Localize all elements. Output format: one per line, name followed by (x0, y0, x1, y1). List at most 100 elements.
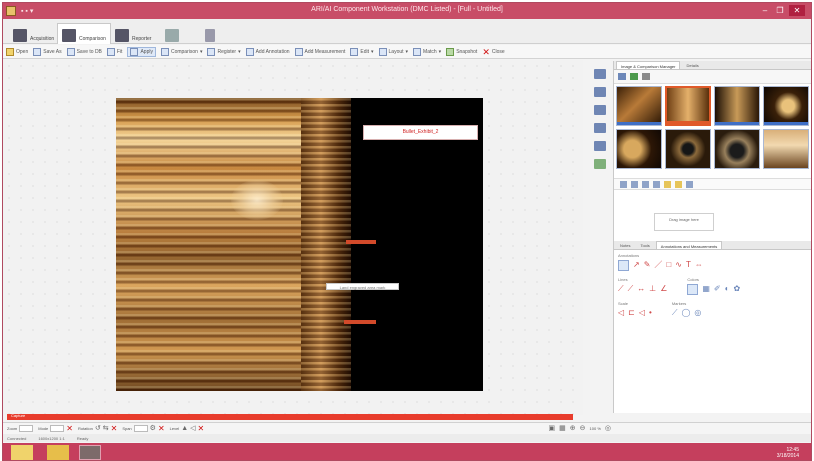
tab-reporter[interactable]: Reporter (111, 23, 155, 44)
clear-icon[interactable]: ✕ (66, 424, 73, 433)
layout-button[interactable]: Layout ▾ (378, 47, 408, 56)
open-folder-icon[interactable] (675, 180, 682, 188)
scale-left-icon[interactable]: ◁ (618, 308, 624, 318)
image-thumbnail[interactable] (616, 129, 662, 169)
minimize-button[interactable]: – (759, 5, 771, 16)
tab-notes[interactable]: Notes (616, 241, 634, 249)
close-window-button[interactable]: ✕ (789, 5, 805, 16)
zoom-level[interactable]: 100 % (590, 426, 601, 431)
scale-ruler-icon[interactable]: ⊏ (628, 308, 635, 318)
clear-icon[interactable]: ✕ (158, 424, 165, 433)
rotation-field[interactable]: Rotation ↺ ⇆ ✕ (78, 424, 118, 433)
measurement-line[interactable] (344, 320, 376, 324)
annotation-label[interactable]: Land engraved area mark (326, 283, 399, 290)
start-icon[interactable] (11, 445, 33, 460)
comparison-image-view[interactable]: Bullet_Exhibit_2 Land engraved area mark (116, 98, 483, 391)
delete-icon[interactable] (653, 180, 660, 188)
line-tool-icon[interactable]: ／ (654, 260, 662, 270)
capture-strip[interactable] (7, 414, 573, 420)
image-thumbnail[interactable] (714, 129, 760, 169)
grid-view-button[interactable]: ▦ (559, 425, 566, 433)
refresh-icon[interactable] (631, 180, 638, 188)
tab-details[interactable]: Details (682, 61, 702, 69)
image-thumbnail[interactable] (714, 86, 760, 126)
mode-input[interactable] (50, 425, 65, 432)
circle-marker-icon[interactable]: ◯ (681, 308, 690, 318)
mode-field[interactable]: Mode ✕ (38, 424, 73, 433)
rectangle-tool-icon[interactable]: □ (666, 260, 671, 270)
color-icon[interactable] (594, 159, 606, 169)
add-measurement-button[interactable]: Add Measurement (294, 47, 345, 56)
scale-right-icon[interactable]: ◁ (639, 308, 645, 318)
image-thumbnail-selected[interactable] (665, 86, 711, 126)
match-button[interactable]: Match ▾ (413, 47, 441, 56)
span-input[interactable] (133, 425, 148, 432)
layers-icon[interactable] (594, 87, 606, 97)
scale-dot-icon[interactable]: • (649, 308, 652, 318)
drag-hint[interactable]: Drag image here (654, 213, 714, 231)
zoom-reset-button[interactable]: ◎ (605, 425, 611, 433)
tab-image-manager[interactable]: Image & Comparison Manager (616, 61, 681, 69)
span-field[interactable]: Span ⚙ ✕ (122, 424, 165, 433)
arrow-tool-icon[interactable]: ↗ (633, 260, 640, 270)
add-icon[interactable] (630, 73, 638, 80)
fit-view-button[interactable]: ▣ (549, 425, 556, 433)
tab-grid[interactable] (161, 23, 186, 44)
image-thumbnail[interactable] (616, 86, 662, 126)
folder-icon[interactable] (664, 180, 671, 188)
image-thumbnail[interactable] (763, 129, 809, 169)
file-explorer-icon[interactable] (47, 445, 69, 460)
select-tool-icon[interactable] (618, 259, 629, 271)
image-thumbnail[interactable] (665, 129, 711, 169)
dashed-line-icon[interactable]: ⟋ (628, 284, 634, 294)
move-tool-icon[interactable]: ⇔ (695, 260, 703, 270)
image-title-label[interactable]: Bullet_Exhibit_2 (363, 125, 478, 140)
tab-annotations[interactable]: Annotations and Measurements (655, 241, 723, 249)
text-icon[interactable] (594, 141, 606, 151)
open-button[interactable]: Open (6, 47, 28, 56)
snapshot-button[interactable]: Snapshot (446, 47, 477, 56)
zoom-out-button[interactable]: ⊖ (580, 425, 586, 433)
brush-icon[interactable]: ✐ (714, 284, 721, 294)
marker-line-icon[interactable]: ⟋ (672, 308, 678, 318)
print-icon[interactable] (686, 180, 693, 188)
flip-icon[interactable]: ⇆ (103, 425, 109, 433)
line-style-icon[interactable]: ⟋ (618, 284, 624, 294)
image-thumbnail[interactable] (763, 86, 809, 126)
gear-icon[interactable]: ⚙ (150, 425, 156, 433)
rotate-icon[interactable]: ↺ (95, 425, 101, 433)
prev-icon[interactable] (620, 180, 627, 188)
double-arrow-icon[interactable]: ↔ (637, 284, 645, 294)
measurement-line[interactable] (346, 240, 376, 244)
clock[interactable]: 12:45 3/18/2014 (777, 447, 799, 459)
edit-button[interactable]: Edit ▾ (350, 47, 374, 56)
comparison-workspace[interactable]: Bullet_Exhibit_2 Land engraved area mark (3, 60, 583, 415)
view-icon[interactable] (594, 69, 606, 79)
text-tool-icon[interactable]: T (686, 260, 691, 270)
comparison-button[interactable]: Comparison ▾ (160, 47, 202, 56)
up-icon[interactable]: ▲ (181, 425, 188, 433)
zoom-in-button[interactable]: ⊕ (570, 425, 576, 433)
list-icon[interactable] (594, 123, 606, 133)
down-icon[interactable]: ◁ (190, 425, 195, 433)
zoom-input[interactable] (19, 425, 34, 432)
app-taskbar-icon[interactable] (79, 445, 101, 460)
register-button[interactable]: Register ▾ (207, 47, 241, 56)
add-annotation-button[interactable]: Add Annotation (245, 47, 290, 56)
freehand-tool-icon[interactable]: ∿ (675, 260, 682, 270)
clear-icon[interactable]: ✕ (111, 424, 118, 433)
split-icon[interactable] (594, 105, 606, 115)
save-as-button[interactable]: Save As (33, 47, 62, 56)
tab-options[interactable] (201, 23, 222, 44)
clear-icon[interactable]: ✕ (198, 424, 205, 433)
tab-comparison[interactable]: Comparison (57, 23, 111, 44)
angle-icon[interactable]: ∠ (660, 284, 667, 294)
close-button[interactable]: ✕ Close (482, 47, 504, 56)
maximize-button[interactable]: ❐ (774, 5, 786, 16)
save-to-db-button[interactable]: Save to DB (66, 47, 102, 56)
target-marker-icon[interactable]: ◎ (694, 308, 701, 318)
pen-tool-icon[interactable]: ✎ (644, 260, 651, 270)
tab-acquisition[interactable]: Acquisition (9, 23, 58, 44)
zoom-field[interactable]: Zoom (7, 425, 34, 432)
level-field[interactable]: Level ▲ ◁ ✕ (170, 424, 205, 433)
